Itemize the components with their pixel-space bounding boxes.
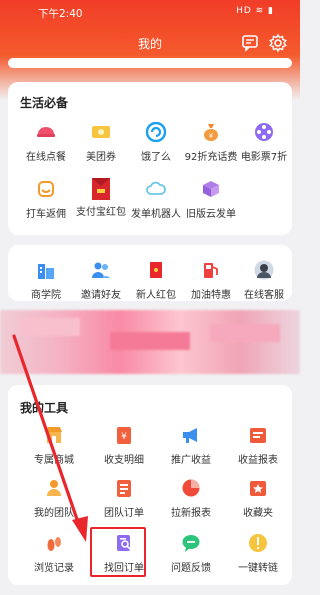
svg-text:¥: ¥ (121, 432, 127, 442)
ticket-icon (92, 126, 110, 138)
life-item-movie[interactable]: 电影票7折 (234, 122, 294, 168)
tool-item-convert-link[interactable]: 一键转链 (228, 533, 288, 579)
highlight-box (90, 527, 146, 577)
link-icon (249, 534, 267, 552)
tool-item-label: 拉新报表 (171, 508, 211, 519)
tool-item-label: 专属商城 (34, 455, 74, 466)
tool-item-label: 收益报表 (238, 455, 278, 466)
tool-item-shop[interactable]: 专属商城 (24, 425, 84, 471)
tool-item-ledger[interactable]: ¥ 收支明细 (94, 425, 154, 471)
section-title-life: 生活必备 (20, 96, 69, 110)
building-icon (38, 264, 54, 279)
tool-item-label: 推广收益 (171, 455, 211, 466)
section-title-tools: 我的工具 (20, 401, 69, 415)
footprint-icon (47, 537, 61, 551)
users-icon (92, 262, 110, 278)
cloud-icon (146, 181, 166, 195)
status-time: 下午2:40 (38, 8, 83, 20)
promo-banner-blurred[interactable] (0, 310, 300, 374)
tool-item-label: 一键转链 (238, 563, 278, 574)
banner-blur-block (20, 318, 80, 336)
tool-item-team-orders[interactable]: 团队订单 (94, 478, 154, 524)
life-item-legacy-cloud[interactable]: 旧版云发单 (181, 179, 241, 225)
tool-item-promo-earnings[interactable]: 推广收益 (161, 425, 221, 471)
chat-bubble-icon (182, 535, 200, 552)
life-item-label: 旧版云发单 (186, 209, 236, 220)
my-tools-card: 我的工具 专属商城 ¥ 收支明细 推广收益 收益报表 我的团队 团队订单 拉新报… (8, 385, 292, 585)
message-icon[interactable] (240, 33, 260, 53)
agent-avatar-icon (254, 260, 274, 280)
life-item-taxi[interactable]: 打车返佣 (16, 179, 76, 225)
tool-item-label: 团队订单 (104, 508, 144, 519)
tool-item-label: 收藏夹 (243, 508, 273, 519)
eleme-icon (146, 122, 166, 142)
life-item-label: 电影票7折 (240, 152, 288, 163)
megaphone-icon (183, 428, 197, 443)
fuel-pump-icon (204, 263, 218, 278)
gear-icon[interactable] (268, 33, 288, 53)
money-bag-icon: ¥ (204, 124, 218, 141)
tool-item-history[interactable]: 浏览记录 (24, 533, 84, 579)
service-item-label: 在线客服 (244, 290, 284, 301)
ledger-icon: ¥ (117, 427, 131, 444)
tool-item-favorites[interactable]: 收藏夹 (228, 478, 288, 524)
red-envelope-icon (92, 178, 110, 200)
dining-icon (37, 127, 55, 137)
life-essentials-card: 生活必备 在线点餐 美团券 饿了么 ¥ 92折充话费 电影票7折 打车返佣 支付… (8, 82, 292, 235)
star-folder-icon (250, 481, 266, 496)
team-icon (47, 480, 61, 496)
tool-item-label: 问题反馈 (171, 563, 211, 574)
services-card: 商学院 邀请好友 新人红包 加油特惠 在线客服 (8, 245, 292, 301)
tool-item-new-user-report[interactable]: 拉新报表 (161, 478, 221, 524)
pie-chart-icon (182, 479, 200, 497)
film-reel-icon (255, 123, 273, 141)
banner-blur-block (110, 332, 190, 350)
tool-item-label: 我的团队 (34, 508, 74, 519)
team-order-icon (117, 480, 131, 497)
report-icon (250, 428, 266, 443)
tool-item-earnings-report[interactable]: 收益报表 (228, 425, 288, 471)
svg-text:¥: ¥ (209, 132, 214, 140)
status-icons: HD ≋ ▮ (236, 6, 274, 16)
taxi-icon (38, 181, 54, 197)
tool-item-label: 收支明细 (104, 455, 144, 466)
banner-blur-block (210, 324, 280, 342)
profile-card-edge (8, 58, 292, 68)
tool-item-my-team[interactable]: 我的团队 (24, 478, 84, 524)
tool-item-label: 浏览记录 (34, 563, 74, 574)
box-icon (203, 181, 219, 197)
status-bar: 下午2:40 HD ≋ ▮ (0, 0, 300, 24)
red-envelope-icon (150, 262, 162, 278)
service-item-support[interactable]: 在线客服 (234, 260, 294, 306)
tool-item-feedback[interactable]: 问题反馈 (161, 533, 221, 579)
shop-icon (46, 427, 62, 443)
